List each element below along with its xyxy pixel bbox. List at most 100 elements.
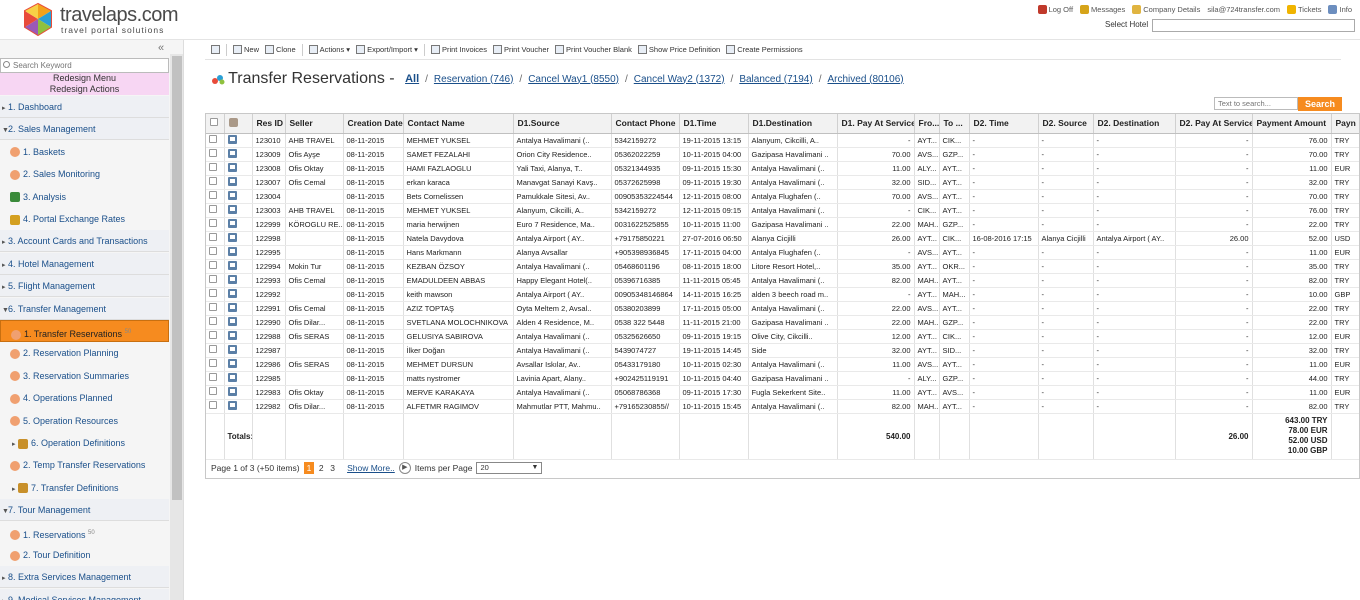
row-checkbox[interactable]	[209, 345, 217, 353]
grid-search-input[interactable]	[1214, 97, 1298, 110]
toplink-0[interactable]: Log Off	[1037, 4, 1073, 14]
column-header-8[interactable]: D1.Time	[679, 114, 749, 134]
row-checkbox-cell[interactable]	[206, 301, 225, 316]
column-header-9[interactable]: D1.Destination	[748, 114, 838, 134]
row-checkbox[interactable]	[209, 331, 217, 339]
table-row[interactable]: 123007 Ofis Cemal 08-11-2015 erkan karaca Ma…	[206, 175, 1359, 190]
redesign-actions-link[interactable]: Redesign Actions	[0, 84, 169, 95]
column-header-14[interactable]: D2. Source	[1038, 114, 1094, 134]
tab-2[interactable]: Cancel Way1 (8550)	[528, 74, 619, 85]
edit-icon[interactable]	[227, 372, 237, 382]
column-header-12[interactable]: To ...	[939, 114, 970, 134]
row-edit-cell[interactable]	[224, 217, 253, 232]
row-checkbox-cell[interactable]	[206, 133, 225, 148]
chevron-icon[interactable]: ▸	[0, 591, 8, 600]
table-row[interactable]: 123010 AHB TRAVEL 08-11-2015 MEHMET YUKSEL A…	[206, 133, 1359, 148]
toolbar-button-0[interactable]	[211, 45, 220, 54]
page-link-3[interactable]: 3	[328, 463, 337, 473]
edit-icon[interactable]	[227, 400, 237, 410]
toplink-3[interactable]: sila@724transfer.com	[1207, 5, 1280, 14]
row-checkbox[interactable]	[209, 317, 217, 325]
sidebar-item-17[interactable]: ▸ 7. Transfer Definitions	[0, 477, 169, 499]
row-checkbox-cell[interactable]	[206, 273, 225, 288]
column-header-18[interactable]: Payn	[1331, 114, 1359, 134]
row-edit-cell[interactable]	[224, 231, 253, 246]
row-checkbox-cell[interactable]	[206, 385, 225, 400]
table-row[interactable]: 122983 Ofis Oktay 08-11-2015 MERVE KARAKAYA…	[206, 385, 1359, 400]
tab-4[interactable]: Balanced (7194)	[739, 74, 812, 85]
row-edit-cell[interactable]	[224, 161, 253, 176]
tab-3[interactable]: Cancel Way2 (1372)	[634, 74, 725, 85]
show-more-link[interactable]: Show More..	[347, 463, 395, 473]
table-row[interactable]: 122987 08-11-2015 İlker Doğan Antalya Haval…	[206, 343, 1359, 358]
sidebar-item-21[interactable]: ▸ 8. Extra Services Management	[0, 566, 169, 589]
edit-icon[interactable]	[227, 176, 237, 186]
column-header-6[interactable]: D1.Source	[513, 114, 612, 134]
toplink-5[interactable]: Info	[1328, 4, 1352, 14]
chevron-icon[interactable]: ▼	[0, 501, 9, 523]
edit-icon[interactable]	[227, 204, 237, 214]
table-row[interactable]: 122991 Ofis Cemal 08-11-2015 AZIZ TOPTAŞ Oyt…	[206, 301, 1359, 316]
page-link-1[interactable]: 1	[303, 462, 315, 474]
row-checkbox-cell[interactable]	[206, 175, 225, 190]
row-edit-cell[interactable]	[224, 259, 253, 274]
row-checkbox[interactable]	[209, 401, 217, 409]
toplink-label[interactable]: Log Off	[1049, 5, 1073, 14]
row-edit-cell[interactable]	[224, 273, 253, 288]
edit-icon[interactable]	[227, 302, 237, 312]
column-header-1[interactable]	[224, 114, 253, 134]
chevron-icon[interactable]: ▼	[0, 120, 9, 142]
table-row[interactable]: 122994 Mokin Tur 08-11-2015 KEZBAN ÖZSOY Ant…	[206, 259, 1359, 274]
row-checkbox-cell[interactable]	[206, 161, 225, 176]
column-header-15[interactable]: D2. Destination	[1093, 114, 1176, 134]
chevron-icon[interactable]: ▼	[0, 300, 9, 322]
row-edit-cell[interactable]	[224, 357, 253, 372]
toolbar-button-2[interactable]: Clone	[265, 45, 296, 54]
toolbar-button-5[interactable]: Print Invoices	[430, 45, 487, 54]
table-row[interactable]: 123003 AHB TRAVEL 08-11-2015 MEHMET YUKSEL A…	[206, 203, 1359, 218]
sidebar-item-18[interactable]: ▼7. Tour Management	[0, 499, 169, 523]
row-edit-cell[interactable]	[224, 133, 253, 148]
toplink-label[interactable]: Tickets	[1298, 5, 1321, 14]
sidebar-item-20[interactable]: 2. Tour Definition	[0, 544, 169, 566]
sidebar-item-14[interactable]: 5. Operation Resources	[0, 410, 169, 432]
row-edit-cell[interactable]	[224, 315, 253, 330]
row-checkbox-cell[interactable]	[206, 371, 225, 386]
table-row[interactable]: 122999 KÖROGLU RE... 08-11-2015 maria herwi…	[206, 217, 1359, 232]
toplink-label[interactable]: Company Details	[1143, 5, 1200, 14]
chevron-icon[interactable]: ▸	[0, 255, 8, 277]
row-checkbox-cell[interactable]	[206, 189, 225, 204]
row-checkbox-cell[interactable]	[206, 399, 225, 414]
table-row[interactable]: 122982 Ofis Dilar... 08-11-2015 ALFETMR RAG…	[206, 399, 1359, 414]
table-row[interactable]: 122995 08-11-2015 Hans Markmann Alanya Avsa…	[206, 245, 1359, 260]
table-row[interactable]: 122986 Ofis SERAS 08-11-2015 MEHMET DURSUN A…	[206, 357, 1359, 372]
column-header-11[interactable]: Fro...	[914, 114, 940, 134]
edit-icon[interactable]	[227, 218, 237, 228]
row-checkbox[interactable]	[209, 177, 217, 185]
table-row[interactable]: 122990 Ofis Dilar... 08-11-2015 SVETLANA MO…	[206, 315, 1359, 330]
edit-icon[interactable]	[227, 288, 237, 298]
row-checkbox-cell[interactable]	[206, 217, 225, 232]
row-edit-cell[interactable]	[224, 287, 253, 302]
edit-icon[interactable]	[227, 316, 237, 326]
sidebar-collapse-button[interactable]: «	[158, 42, 164, 54]
column-header-3[interactable]: Seller	[285, 114, 344, 134]
row-checkbox[interactable]	[209, 289, 217, 297]
select-all-checkbox[interactable]	[210, 118, 218, 127]
edit-icon[interactable]	[227, 190, 237, 200]
column-header-4[interactable]: Creation Date	[343, 114, 404, 134]
row-checkbox-cell[interactable]	[206, 259, 225, 274]
sidebar-item-7[interactable]: ▸ 4. Hotel Management	[0, 252, 169, 277]
sidebar-item-8[interactable]: ▸ 5. Flight Management	[0, 275, 169, 299]
chevron-icon[interactable]: ▸	[0, 277, 8, 299]
tab-5[interactable]: Archived (80106)	[827, 74, 903, 85]
sidebar-item-0[interactable]: ▸ 1. Dashboard	[0, 96, 169, 118]
settings-icon[interactable]	[228, 117, 238, 127]
edit-icon[interactable]	[227, 330, 237, 340]
row-checkbox-cell[interactable]	[206, 231, 225, 246]
row-edit-cell[interactable]	[224, 385, 253, 400]
column-header-17[interactable]: Payment Amount	[1252, 114, 1332, 134]
row-checkbox[interactable]	[209, 247, 217, 255]
row-checkbox[interactable]	[209, 219, 217, 227]
column-header-10[interactable]: D1. Pay At Service	[837, 114, 915, 134]
